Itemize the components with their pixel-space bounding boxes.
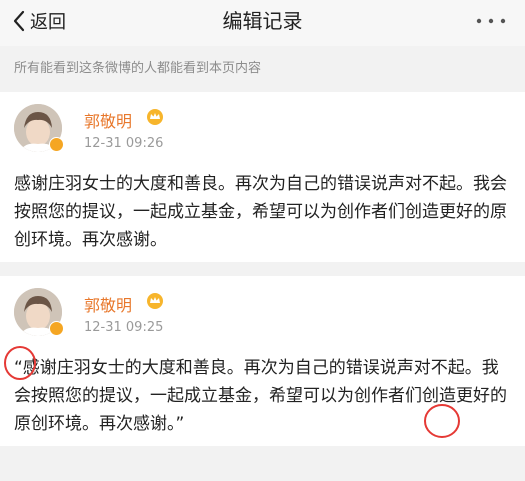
page-title: 编辑记录 <box>222 9 303 33</box>
visibility-notice: 所有能看到这条微博的人都能看到本页内容 <box>14 61 262 76</box>
navigation-bar: 返回 编辑记录 <box>0 0 525 46</box>
username[interactable]: 郭敬明 <box>84 292 132 316</box>
timestamp: 12-31 09:26 <box>84 136 164 151</box>
post-content: “感谢庄羽女士的大度和善良。再次为自己的错误说声对不起。我会按照您的提议，一起成… <box>14 358 507 434</box>
verified-badge-icon <box>49 321 64 336</box>
verified-badge-icon <box>49 137 64 152</box>
timestamp: 12-31 09:25 <box>84 320 164 335</box>
edit-record-card: 郭敬明 12-31 09:25 “感谢庄羽女士的大度和善良。再次为自己的错误说声… <box>0 276 525 446</box>
crown-icon <box>147 109 163 125</box>
edit-record-card: 郭敬明 12-31 09:26 感谢庄羽女士的大度和善良。再次为自己的错误说声对… <box>0 92 525 262</box>
username[interactable]: 郭敬明 <box>84 108 132 132</box>
post-content: 感谢庄羽女士的大度和善良。再次为自己的错误说声对不起。我会按照您的提议，一起成立… <box>14 174 507 250</box>
crown-icon <box>147 293 163 309</box>
more-button[interactable] <box>471 8 511 34</box>
more-icon <box>476 18 506 24</box>
